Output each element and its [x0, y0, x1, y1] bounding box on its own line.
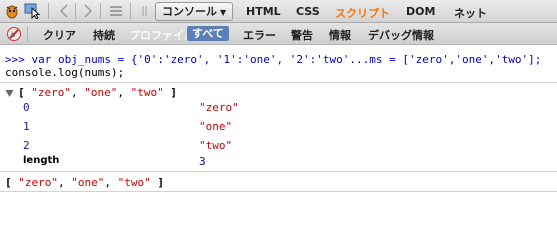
- array-item: "zero": [18, 176, 58, 189]
- firebug-bug-icon[interactable]: [4, 3, 20, 19]
- result-array-line[interactable]: [ "zero", "one", "two" ]: [5, 176, 164, 189]
- filter-warnings-button[interactable]: 警告: [291, 27, 313, 43]
- property-value: "two": [199, 139, 233, 152]
- array-item: "one": [84, 86, 118, 99]
- tab-console-label: コンソール: [162, 5, 217, 18]
- profile-button[interactable]: プロファイル: [129, 27, 195, 43]
- array-open-bracket: [: [5, 176, 12, 189]
- property-value: 3: [199, 155, 206, 168]
- property-value: "one": [199, 120, 233, 133]
- toolbar-separator: [100, 3, 101, 19]
- property-value: "zero": [199, 101, 239, 114]
- log-divider: [0, 82, 557, 83]
- console-toolbar: b クリア 持続 プロファイル すべて エラー 警告 情報 デバッグ情報: [0, 23, 557, 45]
- command-echo-line-1: >>> var obj_nums = {'0':'zero', '1':'one…: [5, 53, 542, 66]
- bottom-divider: [0, 191, 557, 192]
- log-array-preview[interactable]: [ "zero", "one", "two" ]: [18, 86, 177, 100]
- filter-info-button[interactable]: 情報: [329, 27, 351, 43]
- command-echo-line-2: console.log(nums);: [5, 66, 125, 79]
- array-close-bracket: ]: [170, 86, 177, 99]
- array-item: "zero": [31, 86, 71, 99]
- clear-button[interactable]: クリア: [43, 27, 76, 43]
- tab-html[interactable]: HTML: [246, 5, 281, 18]
- inspect-pointer-icon[interactable]: [24, 3, 42, 19]
- persist-button[interactable]: 持続: [93, 27, 115, 43]
- array-open-bracket: [: [18, 86, 25, 99]
- forward-arrow-icon[interactable]: [82, 3, 94, 19]
- property-key: 1: [23, 120, 30, 133]
- property-key: 2: [23, 139, 30, 152]
- chevron-down-icon[interactable]: ▼: [220, 8, 226, 17]
- expand-toggle-icon[interactable]: [5, 89, 14, 98]
- back-arrow-icon[interactable]: [58, 3, 70, 19]
- toolbar-separator: [27, 26, 28, 42]
- list-icon[interactable]: [108, 3, 124, 19]
- clear-console-icon[interactable]: b: [6, 26, 22, 42]
- panel-grip-icon: [142, 6, 147, 16]
- toolbar-separator: [48, 3, 49, 19]
- panel-toolbar: コンソール ▼ HTML CSS スクリプト DOM ネット: [0, 0, 557, 23]
- toolbar-separator: [75, 3, 76, 19]
- result-divider: [0, 171, 557, 172]
- property-key: 0: [23, 101, 30, 114]
- tab-dom[interactable]: DOM: [406, 5, 435, 18]
- svg-text:b: b: [11, 31, 16, 39]
- filter-all-button[interactable]: すべて: [187, 26, 229, 41]
- tab-css[interactable]: CSS: [296, 5, 320, 18]
- filter-debug-button[interactable]: デバッグ情報: [368, 27, 434, 43]
- array-item: "two": [130, 86, 164, 99]
- tab-net[interactable]: ネット: [454, 5, 487, 21]
- array-item: "one": [71, 176, 105, 189]
- toolbar-separator: [130, 3, 131, 19]
- array-close-bracket: ]: [157, 176, 164, 189]
- property-key: length: [23, 155, 60, 166]
- tab-script[interactable]: スクリプト: [335, 5, 390, 21]
- tab-console[interactable]: コンソール ▼: [155, 2, 234, 21]
- filter-errors-button[interactable]: エラー: [243, 27, 276, 43]
- array-item: "two": [117, 176, 151, 189]
